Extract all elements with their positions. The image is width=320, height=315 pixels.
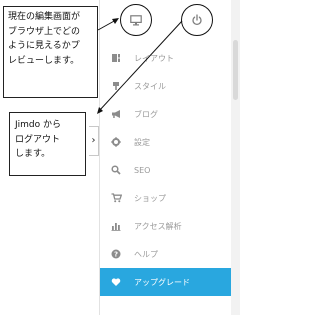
svg-text:?: ?: [114, 251, 118, 259]
sidebar-item-label: 設定: [134, 137, 150, 147]
logout-button[interactable]: [181, 4, 213, 36]
callout-line: ように見えるかプ: [8, 41, 80, 51]
heart-icon: [109, 277, 123, 287]
callout-line: ブラウザ上でどの: [8, 26, 81, 37]
sidebar-item-label: ヘルプ: [134, 249, 158, 259]
monitor-icon: [130, 11, 142, 30]
callout-line: Jimdo から: [15, 120, 62, 130]
sidebar-item-label: ショップ: [134, 193, 166, 203]
sidebar-item-analytics[interactable]: アクセス解析: [100, 212, 231, 240]
callout-preview: 現在の編集画面が ブラウザ上でどの ように見えるかプ レビューします。: [3, 6, 98, 98]
callout-line: ログアウト: [15, 134, 61, 145]
scrollbar[interactable]: [231, 0, 240, 315]
brush-icon: [109, 81, 123, 91]
callout-line: します。: [15, 149, 51, 159]
sidebar-item-blog[interactable]: ブログ: [100, 100, 231, 128]
megaphone-icon: [109, 109, 123, 119]
question-icon: ?: [109, 249, 123, 259]
callout-logout: Jimdo から ログアウト します。: [9, 112, 86, 176]
sidebar-item-upgrade[interactable]: アップグレード: [100, 268, 231, 296]
preview-button[interactable]: [120, 4, 152, 36]
search-icon: [109, 165, 123, 175]
sidebar-item-settings[interactable]: 設定: [100, 128, 231, 156]
sidebar-item-label: スタイル: [134, 81, 166, 91]
callout-line: レビューします。: [8, 55, 80, 66]
sidebar-item-label: ブログ: [134, 109, 158, 119]
callout-line: 現在の編集画面が: [8, 12, 81, 22]
sidebar-item-style[interactable]: スタイル: [100, 72, 231, 100]
sidebar-item-help[interactable]: ? ヘルプ: [100, 240, 231, 268]
sidebar-item-label: レイアウト: [134, 53, 174, 63]
sidebar-item-label: アクセス解析: [134, 221, 182, 231]
sidebar-item-label: SEO: [134, 165, 151, 175]
chevron-right-icon: ›: [91, 135, 96, 146]
cart-icon: [109, 193, 123, 203]
bar-chart-icon: [109, 221, 123, 231]
sidebar-item-seo[interactable]: SEO: [100, 156, 231, 184]
layout-icon: [109, 53, 123, 63]
sidebar-collapse-button[interactable]: ›: [89, 126, 99, 156]
scrollbar-thumb[interactable]: [233, 40, 238, 100]
sidebar-item-layout[interactable]: レイアウト: [100, 44, 231, 72]
sidebar-item-label: アップグレード: [134, 277, 190, 287]
power-icon: [191, 11, 203, 30]
gear-icon: [109, 137, 123, 147]
sidebar-item-shop[interactable]: ショップ: [100, 184, 231, 212]
